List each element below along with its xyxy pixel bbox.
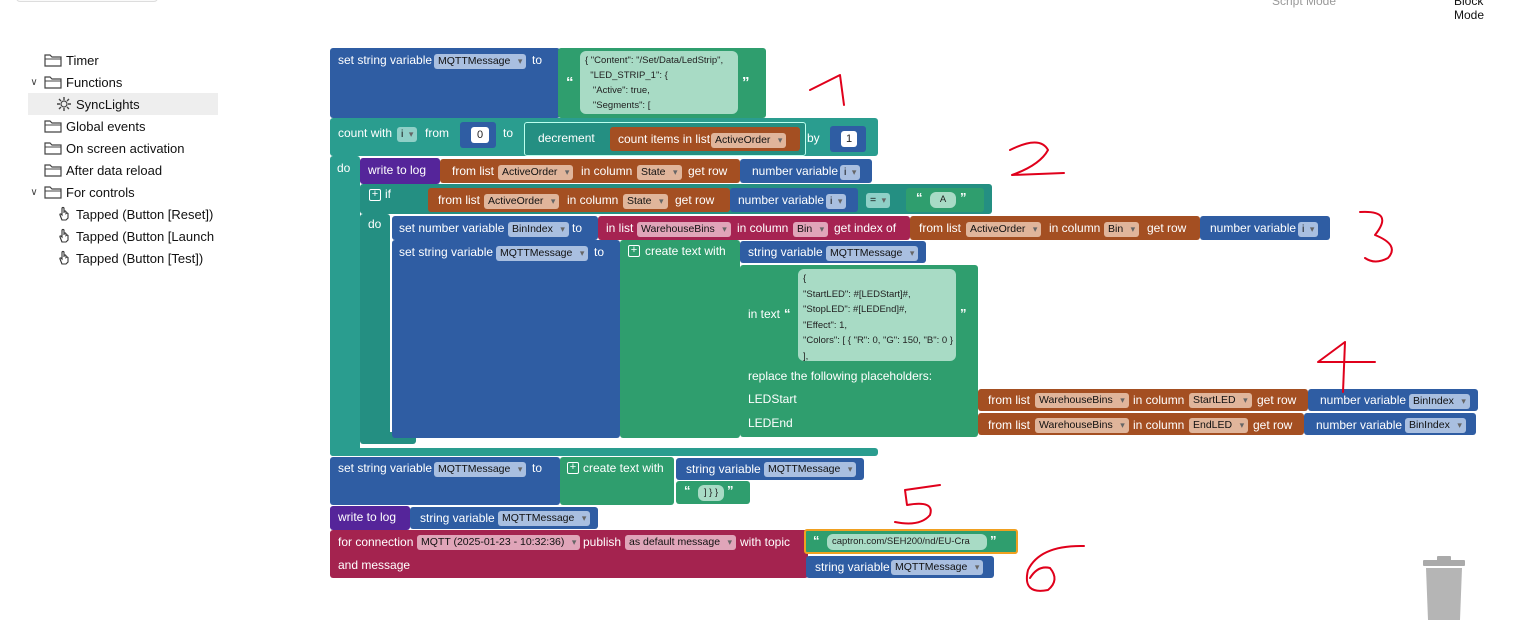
annotation-3 xyxy=(1359,210,1393,263)
annotation-1 xyxy=(809,74,845,106)
annotation-overlay xyxy=(809,74,1393,592)
trash-icon[interactable] xyxy=(1422,556,1466,622)
annotation-6 xyxy=(1026,544,1085,592)
annotation-5 xyxy=(894,484,941,525)
annotation-4 xyxy=(1317,341,1376,393)
annotation-2 xyxy=(1009,141,1065,176)
